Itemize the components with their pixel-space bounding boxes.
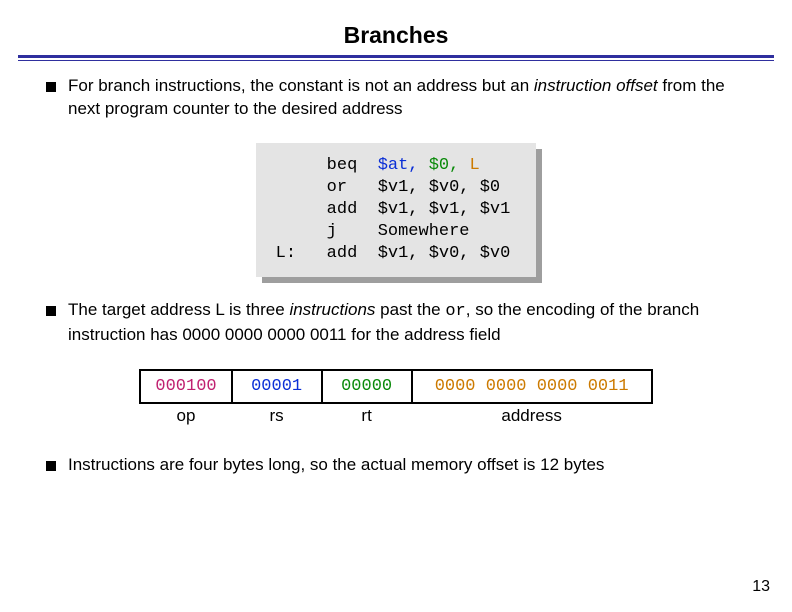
- bullet-3: Instructions are four bytes long, so the…: [46, 454, 746, 477]
- c3-a2: $v1,: [429, 200, 470, 219]
- encoding-table: 000100 00001 00000 0000 0000 0000 0011 o…: [139, 369, 652, 428]
- c2-op: or: [327, 178, 347, 197]
- c5-a2: $v0,: [429, 244, 470, 263]
- c4-a1: Somewhere: [378, 222, 470, 241]
- bullet-1-text-a: For branch instructions, the constant is…: [68, 76, 534, 95]
- encoding-table-wrap: 000100 00001 00000 0000 0000 0000 0011 o…: [46, 369, 746, 428]
- enc-opcode: 000100: [140, 370, 231, 403]
- enc-rs: 00001: [232, 370, 322, 403]
- bullet-3-text: Instructions are four bytes long, so the…: [68, 455, 604, 474]
- c1-op: beq: [327, 156, 358, 175]
- c3-a3: $v1: [480, 200, 511, 219]
- bullet-1: For branch instructions, the constant is…: [46, 75, 746, 121]
- bullet-icon: [46, 82, 56, 92]
- content-area: For branch instructions, the constant is…: [0, 61, 792, 477]
- c2-a1: $v1,: [378, 178, 419, 197]
- c2-a2: $v0,: [429, 178, 470, 197]
- c2-a3: $0: [480, 178, 500, 197]
- bullet-1-em: instruction offset: [534, 76, 658, 95]
- bullet-icon: [46, 461, 56, 471]
- c4-op: j: [327, 222, 337, 241]
- c1-a2: $0,: [429, 156, 460, 175]
- bullet-2-em: instructions: [289, 300, 375, 319]
- c1-a1: $at,: [378, 156, 419, 175]
- page-number: 13: [752, 578, 770, 596]
- page-title: Branches: [0, 0, 792, 55]
- c3-op: add: [327, 200, 358, 219]
- enc-label-rt: rt: [322, 403, 412, 428]
- bullet-2-code: or: [445, 302, 465, 321]
- bullet-2-text-a: The target address L is three: [68, 300, 289, 319]
- c5-a3: $v0: [480, 244, 511, 263]
- c1-a3: L: [470, 156, 480, 175]
- enc-rt: 00000: [322, 370, 412, 403]
- bullet-2: The target address L is three instructio…: [46, 299, 746, 347]
- code-inner: beq $at, $0, L or $v1, $v0, $0 add $v1, …: [256, 143, 537, 277]
- code-block: beq $at, $0, L or $v1, $v0, $0 add $v1, …: [46, 143, 746, 277]
- c5-a1: $v1,: [378, 244, 419, 263]
- enc-label-addr: address: [412, 403, 652, 428]
- enc-label-op: op: [140, 403, 231, 428]
- bullet-icon: [46, 306, 56, 316]
- bullet-2-text-b: past the: [375, 300, 445, 319]
- enc-label-rs: rs: [232, 403, 322, 428]
- c3-a1: $v1,: [378, 200, 419, 219]
- c5-op: add: [327, 244, 358, 263]
- enc-address: 0000 0000 0000 0011: [412, 370, 652, 403]
- c5-label: L:: [276, 244, 296, 263]
